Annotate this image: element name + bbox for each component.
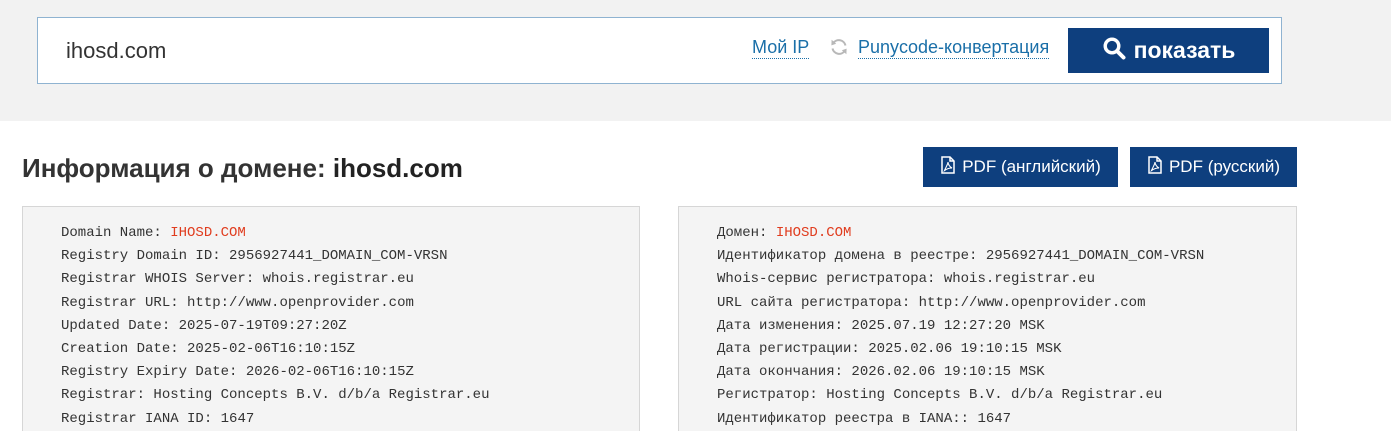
whois-value: IHOSD.COM [775, 225, 852, 241]
whois-row: Регистратор: Hosting Concepts B.V. d/b/a… [717, 384, 1204, 407]
whois-value: 1647 [220, 410, 255, 427]
whois-label: Whois-сервис регистратора: [717, 271, 944, 288]
whois-label: Дата окончания: [717, 364, 852, 381]
pdf-russian-button[interactable]: PDF (русский) [1130, 147, 1297, 187]
page-title-prefix: Информация о домене: [22, 153, 326, 183]
page-title-domain: ihosd.com [332, 153, 463, 183]
refresh-icon [829, 37, 849, 57]
search-box: Мой IP Punycode-конвертация показать [37, 17, 1282, 84]
whois-label: Registry Expiry Date: [61, 364, 246, 381]
whois-value: Hosting Concepts B.V. d/b/a Registrar.eu [153, 387, 490, 404]
whois-value: 2026-02-06T16:10:15Z [245, 364, 414, 381]
my-ip-link[interactable]: Мой IP [752, 36, 810, 59]
whois-row: Domain Name: IHOSD.COM [61, 222, 489, 245]
show-button[interactable]: показать [1068, 28, 1269, 73]
whois-row: Registry Expiry Date: 2026-02-06T16:10:1… [61, 361, 489, 384]
whois-value: 2025.02.06 19:10:15 MSK [868, 341, 1062, 358]
show-button-label: показать [1133, 37, 1236, 63]
whois-row: Дата регистрации: 2025.02.06 19:10:15 MS… [717, 338, 1204, 361]
whois-panel-russian: Домен: IHOSD.COM Идентификатор домена в … [678, 206, 1297, 431]
whois-row: Домен: IHOSD.COM [717, 222, 1204, 245]
whois-value: 1647 [977, 410, 1012, 427]
whois-label: Registrar IANA ID: [61, 410, 221, 427]
pdf-english-label: PDF (английский) [962, 157, 1101, 176]
whois-value: whois.registrar.eu [943, 271, 1096, 288]
whois-value: whois.registrar.eu [262, 271, 414, 288]
whois-value: 2025-07-19T09:27:20Z [178, 317, 347, 334]
pdf-english-button[interactable]: PDF (английский) [923, 147, 1118, 187]
search-band: Мой IP Punycode-конвертация показать [0, 0, 1391, 121]
whois-label: Дата регистрации: [717, 341, 869, 358]
whois-label: Идентификатор реестра в IANA:: [717, 410, 978, 427]
whois-label: Updated Date: [61, 317, 179, 334]
whois-label: Registrar: [61, 387, 154, 404]
whois-label: Дата изменения: [717, 317, 852, 334]
whois-row: Дата окончания: 2026.02.06 19:10:15 MSK [717, 361, 1204, 384]
whois-value: 2956927441_DOMAIN_COM-VRSN [985, 248, 1205, 265]
whois-label: URL сайта регистратора: [717, 294, 919, 311]
page-title: Информация о домене: ihosd.com [22, 153, 463, 184]
whois-value: 2025.07.19 12:27:20 MSK [851, 317, 1045, 334]
whois-panel-english: Domain Name: IHOSD.COM Registry Domain I… [22, 206, 640, 431]
whois-value: IHOSD.COM [170, 225, 246, 241]
whois-row: Registry Domain ID: 2956927441_DOMAIN_CO… [61, 245, 489, 268]
domain-search-input[interactable] [66, 36, 666, 66]
whois-value: 2956927441_DOMAIN_COM-VRSN [229, 248, 448, 265]
whois-row: Creation Date: 2025-02-06T16:10:15Z [61, 338, 489, 361]
whois-row: URL сайта регистратора: http://www.openp… [717, 292, 1204, 315]
whois-label: Registry Domain ID: [61, 248, 230, 265]
whois-label: Registrar WHOIS Server: [61, 271, 263, 288]
whois-row: Whois-сервис регистратора: whois.registr… [717, 268, 1204, 291]
whois-label: Registrar URL: [61, 294, 188, 311]
whois-row: Registrar URL: http://www.openprovider.c… [61, 292, 489, 315]
whois-label: Регистратор: [717, 387, 827, 404]
whois-row: Registrar WHOIS Server: whois.registrar.… [61, 268, 489, 291]
whois-label: Domain Name: [61, 225, 171, 241]
whois-row: Идентификатор реестра в IANA:: 1647 [717, 408, 1204, 431]
pdf-file-icon [940, 155, 956, 179]
whois-value: 2025-02-06T16:10:15Z [187, 341, 356, 358]
whois-row: Идентификатор домена в реестре: 29569274… [717, 245, 1204, 268]
pdf-russian-label: PDF (русский) [1168, 157, 1281, 176]
whois-row: Registrar: Hosting Concepts B.V. d/b/a R… [61, 384, 489, 407]
whois-row: Updated Date: 2025-07-19T09:27:20Z [61, 315, 489, 338]
whois-value: http://www.openprovider.com [187, 294, 414, 311]
pdf-file-icon [1147, 155, 1163, 179]
whois-label: Creation Date: [61, 341, 188, 358]
whois-value: http://www.openprovider.com [918, 294, 1146, 311]
whois-label: Идентификатор домена в реестре: [717, 248, 986, 265]
whois-row: Registrar IANA ID: 1647 [61, 408, 489, 431]
whois-label: Домен: [717, 225, 776, 241]
punycode-link[interactable]: Punycode-конвертация [858, 36, 1050, 59]
whois-row: Дата изменения: 2025.07.19 12:27:20 MSK [717, 315, 1204, 338]
search-icon [1102, 36, 1126, 66]
whois-value: 2026.02.06 19:10:15 MSK [851, 364, 1045, 381]
whois-value: Hosting Concepts B.V. d/b/a Registrar.eu [826, 387, 1163, 404]
